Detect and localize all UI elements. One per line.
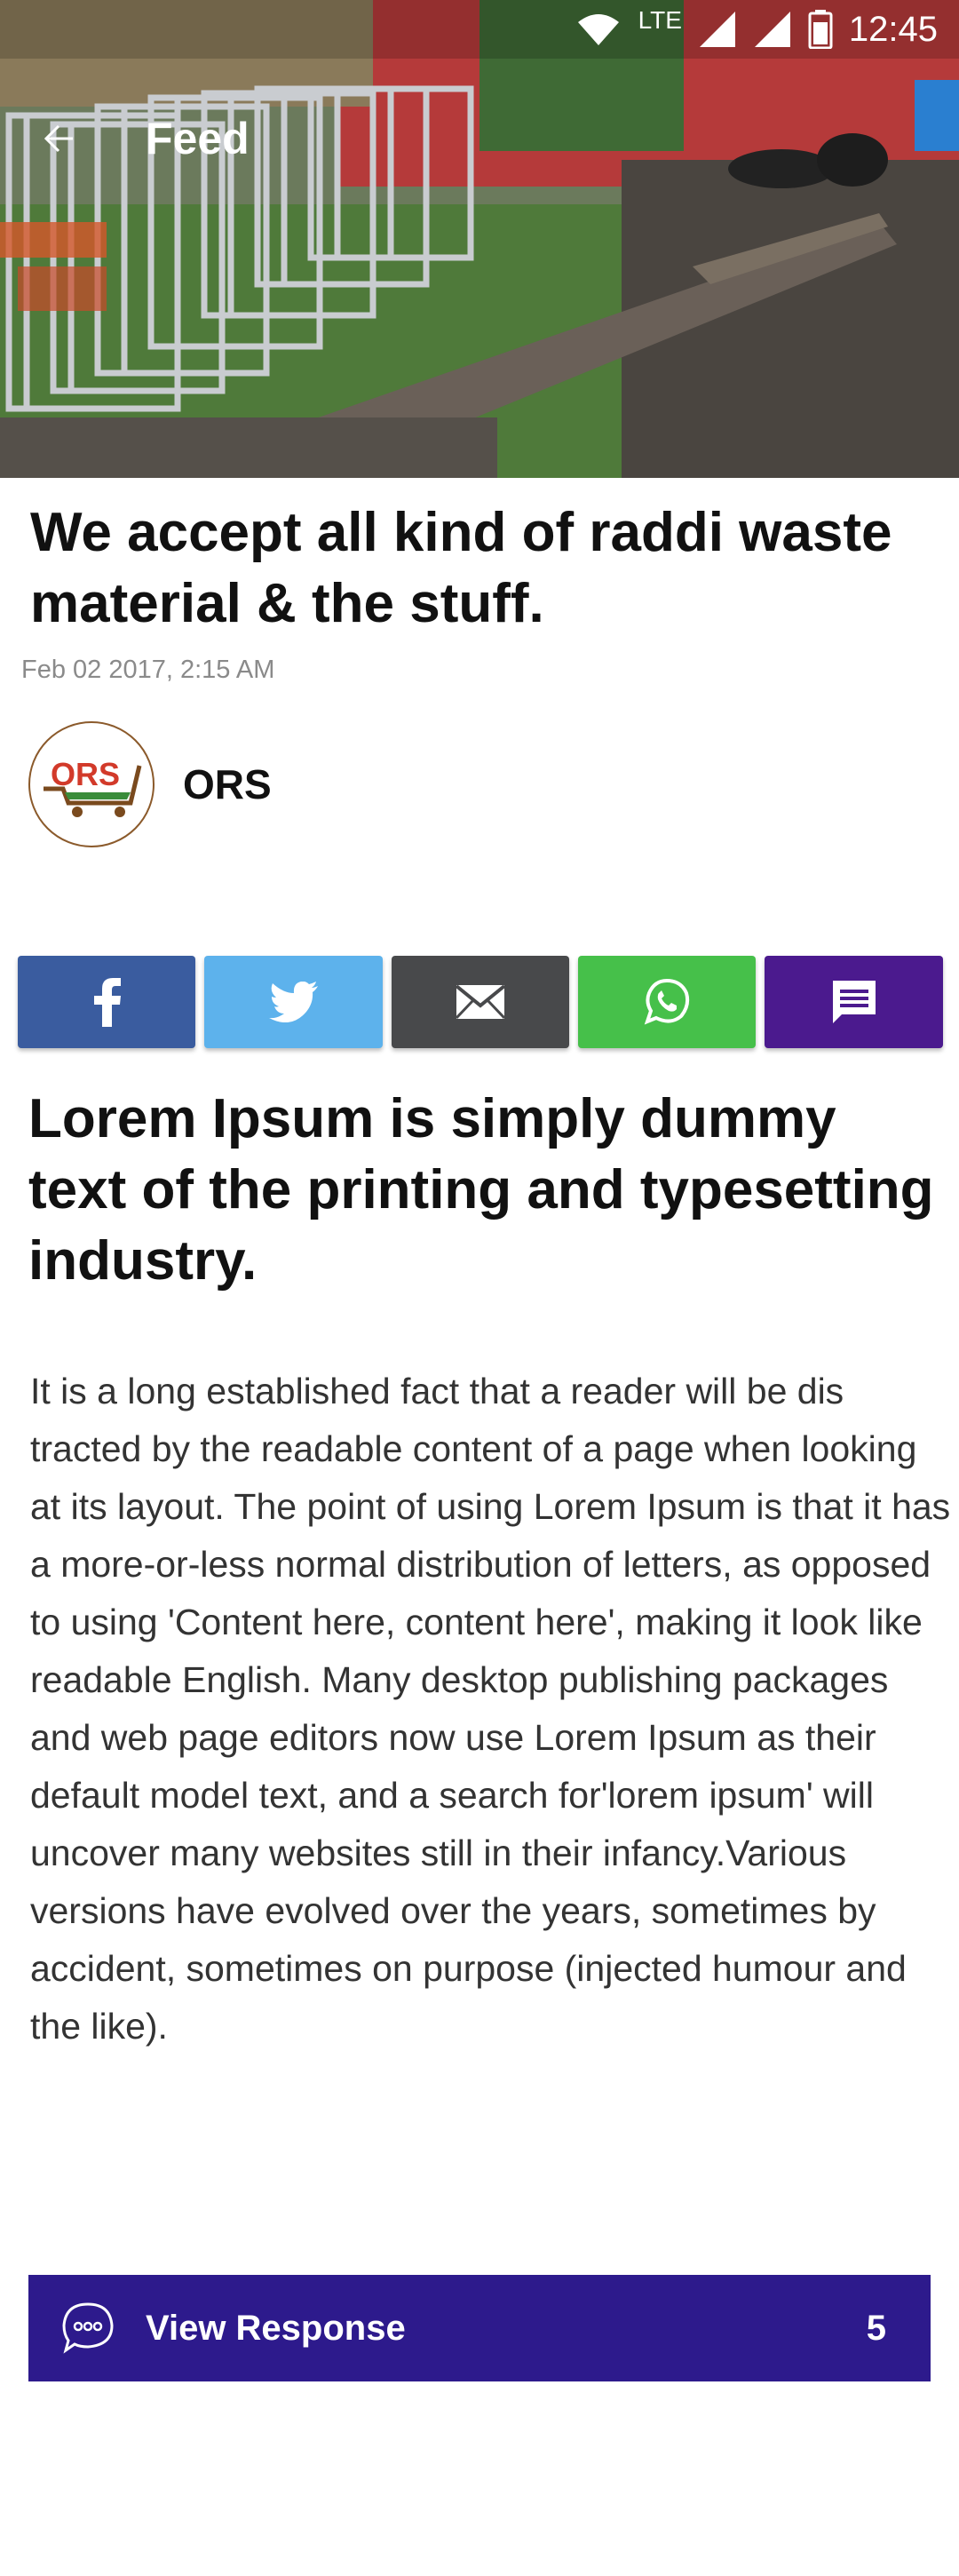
author[interactable]: ORS ORS: [28, 721, 272, 847]
chat-bubble-icon: [62, 2302, 114, 2354]
share-facebook-button[interactable]: [18, 956, 195, 1048]
ors-logo: ORS: [44, 756, 142, 817]
network-type: LTE: [638, 6, 682, 34]
whatsapp-icon: [644, 978, 690, 1025]
response-count: 5: [866, 2308, 886, 2348]
comment-icon: [832, 981, 876, 1023]
page-title: Feed: [146, 114, 250, 163]
battery-icon: [808, 10, 833, 49]
email-icon: [456, 984, 505, 1020]
wifi-icon: [577, 14, 619, 45]
share-bar: [18, 956, 943, 1048]
app-bar: Feed: [0, 85, 250, 192]
share-comment-button[interactable]: [765, 956, 943, 1048]
hero-photo: [0, 0, 959, 478]
share-email-button[interactable]: [392, 956, 569, 1048]
signal-icon-2: [754, 12, 790, 47]
article-date: Feb 02 2017, 2:15 AM: [21, 656, 275, 684]
facebook-icon: [94, 978, 121, 1027]
share-twitter-button[interactable]: [204, 956, 383, 1048]
author-name[interactable]: ORS: [183, 760, 272, 808]
share-whatsapp-button[interactable]: [578, 956, 756, 1048]
view-response-label: View Response: [146, 2308, 406, 2348]
avatar[interactable]: ORS: [28, 721, 155, 847]
twitter-icon: [268, 982, 318, 1022]
back-button[interactable]: [21, 103, 92, 174]
content-heading: Lorem Ipsum is simply dummy text of the …: [28, 1088, 934, 1292]
status-bar: LTE 12:45: [0, 0, 959, 59]
hero-image: LTE 12:45 Feed: [0, 0, 959, 478]
arrow-left-icon: [44, 124, 73, 153]
view-response-button[interactable]: View Response 5: [28, 2275, 931, 2381]
clock: 12:45: [848, 9, 938, 49]
signal-icon: [699, 12, 735, 47]
content-body: It is a long established fact that a rea…: [30, 1371, 951, 2047]
article-title: We accept all kind of raddi waste materi…: [30, 502, 892, 634]
